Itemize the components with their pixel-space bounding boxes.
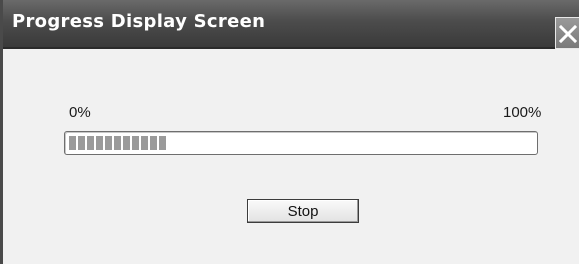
progress-dialog: Progress Display Screen 0% 100% Stop xyxy=(0,0,579,264)
progress-max-label: 100% xyxy=(503,104,542,121)
window-title: Progress Display Screen xyxy=(12,11,266,32)
close-button[interactable] xyxy=(555,17,579,49)
dialog-body: 0% 100% Stop xyxy=(3,49,579,264)
close-icon xyxy=(558,24,578,44)
progress-bar xyxy=(64,131,538,155)
stop-button[interactable]: Stop xyxy=(247,199,359,223)
progress-min-label: 0% xyxy=(69,104,91,121)
progress-fill xyxy=(69,136,166,150)
title-bar[interactable]: Progress Display Screen xyxy=(3,0,579,49)
